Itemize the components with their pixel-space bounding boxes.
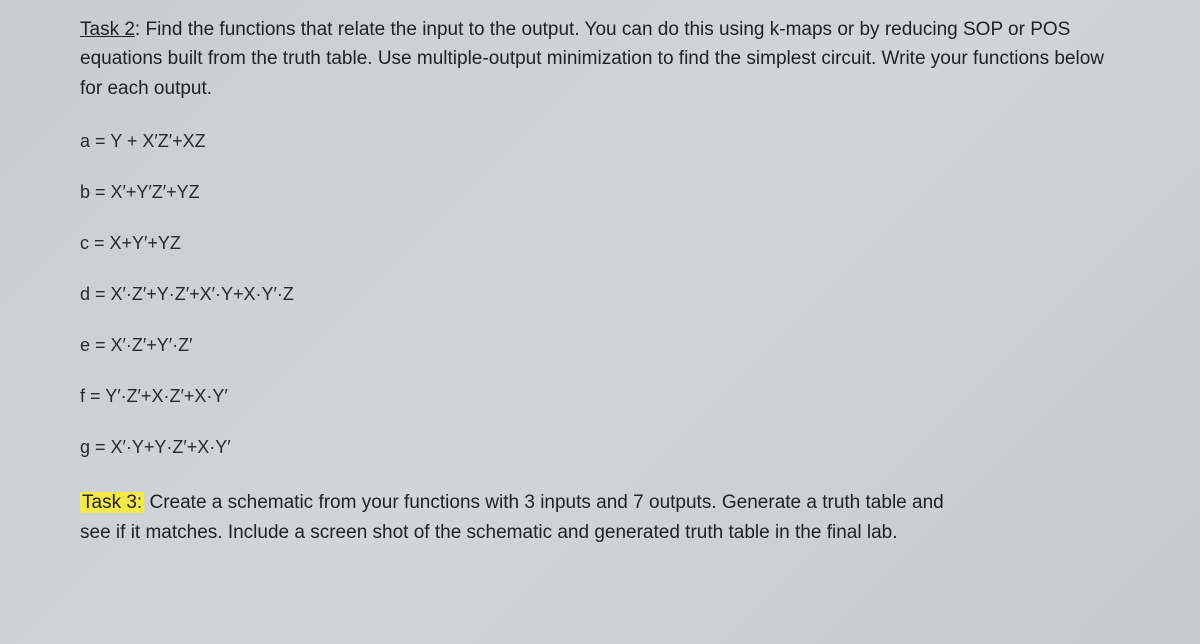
task2-label: Task 2 xyxy=(80,19,135,40)
task2-header: Task 2: Find the functions that relate t… xyxy=(80,15,1120,103)
equation-c: c = X+Y′+YZ xyxy=(80,233,1120,254)
equation-g: g = X′·Y+Y·Z′+X·Y′ xyxy=(80,437,1120,458)
task2-description: : Find the functions that relate the inp… xyxy=(80,19,1104,99)
task3-container: Task 3: Create a schematic from your fun… xyxy=(80,488,1120,547)
task3-line1: Task 3: Create a schematic from your fun… xyxy=(80,488,1120,517)
task3-description-part1: Create a schematic from your functions w… xyxy=(144,492,944,513)
equation-b: b = X′+Y′Z′+YZ xyxy=(80,182,1120,203)
equation-d: d = X′·Z′+Y·Z′+X′·Y+X·Y′·Z xyxy=(80,284,1120,305)
equation-f: f = Y′·Z′+X·Z′+X·Y′ xyxy=(80,386,1120,407)
task3-label-highlighted: Task 3: xyxy=(80,492,144,513)
task3-line2: see if it matches. Include a screen shot… xyxy=(80,518,1120,547)
equation-a: a = Y + X′Z′+XZ xyxy=(80,131,1120,152)
equation-e: e = X′·Z′+Y′·Z′ xyxy=(80,335,1120,356)
